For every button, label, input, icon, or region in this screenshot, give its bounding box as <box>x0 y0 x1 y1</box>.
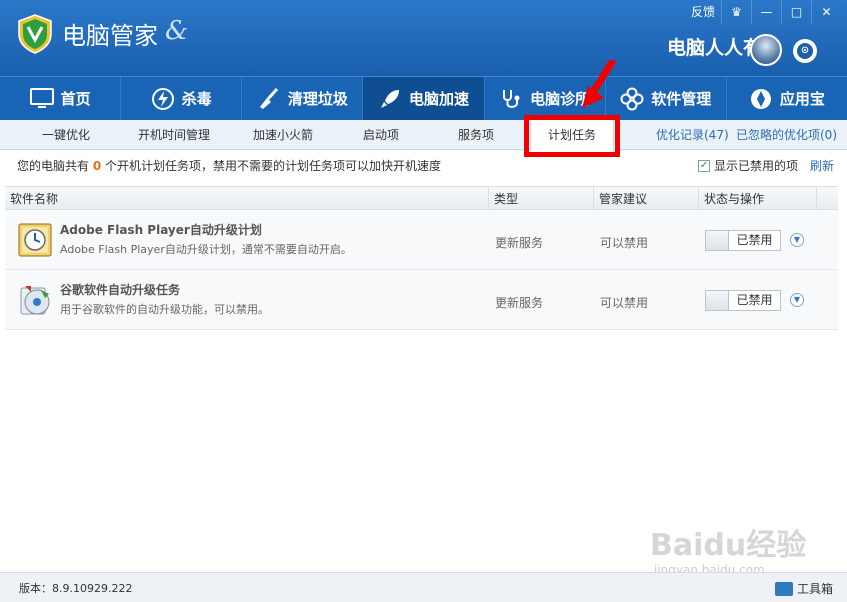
subtab-boot-time[interactable]: 开机时间管理 <box>128 120 220 150</box>
task-description: Adobe Flash Player自动升级计划，通常不需要自动开启。 <box>60 243 352 256</box>
lock-badge-icon[interactable]: ⊙ <box>793 39 817 63</box>
main-nav: 首页 杀毒 清理垃圾 电脑加速 电脑诊所 软件管理 应用宝 <box>0 76 847 120</box>
nav-clean[interactable]: 清理垃圾 <box>242 77 364 120</box>
chevron-down-icon[interactable]: ▼ <box>790 293 804 307</box>
nav-label: 清理垃圾 <box>287 90 348 108</box>
window-controls: 反馈 ♛ — □ ✕ <box>685 0 841 24</box>
toolbox-label: 工具箱 <box>797 582 834 596</box>
subtab-services[interactable]: 服务项 <box>440 120 512 150</box>
maximize-button[interactable]: □ <box>781 0 811 24</box>
info-suffix: 个开机计划任务项，禁用不需要的计划任务项可以加快开机速度 <box>101 159 442 173</box>
sub-tabs: 一键优化 开机时间管理 加速小火箭 启动项 服务项 计划任务 优化记录(47) … <box>0 120 847 151</box>
chevron-down-icon[interactable]: ▼ <box>790 233 804 247</box>
task-advice: 可以禁用 <box>600 236 649 250</box>
info-prefix: 您的电脑共有 <box>17 159 93 173</box>
monitor-icon <box>29 87 54 111</box>
show-disabled-toggle[interactable]: ✓ 显示已禁用的项 <box>698 157 798 174</box>
flash-player-icon <box>18 223 52 257</box>
nav-label: 杀毒 <box>181 90 212 108</box>
task-type: 更新服务 <box>495 296 544 310</box>
stethoscope-icon <box>499 87 523 111</box>
app-logo-swoosh: & <box>165 16 189 46</box>
user-name[interactable]: 电脑人人有 <box>667 33 762 60</box>
broom-icon <box>257 87 281 111</box>
close-button[interactable]: ✕ <box>811 0 841 24</box>
rocket-icon <box>378 87 402 111</box>
refresh-link[interactable]: 刷新 <box>810 157 834 174</box>
footer: 版本：8.9.10929.222 工具箱 <box>0 572 847 602</box>
table-row[interactable]: Adobe Flash Player自动升级计划 Adobe Flash Pla… <box>5 210 838 270</box>
title-bar: 电脑管家 & 反馈 ♛ — □ ✕ 电脑人人有 ⊙ <box>0 0 847 76</box>
subtab-one-click[interactable]: 一键优化 <box>26 120 106 150</box>
app-title: 电脑管家 <box>62 22 158 50</box>
toolbox-icon <box>775 581 793 596</box>
bolt-icon <box>151 87 175 111</box>
ignored-items-link[interactable]: 已忽略的优化项(0) <box>736 120 837 150</box>
task-description: 用于谷歌软件的自动升级功能，可以禁用。 <box>60 303 269 316</box>
clover-icon <box>620 87 644 111</box>
nav-software[interactable]: 软件管理 <box>606 77 727 120</box>
highlight-box-annotation <box>524 115 620 157</box>
nav-label: 软件管理 <box>651 90 712 108</box>
shield-logo-icon <box>18 14 52 54</box>
nav-label: 首页 <box>60 90 91 108</box>
subtab-startup[interactable]: 启动项 <box>345 120 417 150</box>
task-title: Adobe Flash Player自动升级计划 <box>60 223 262 237</box>
task-type: 更新服务 <box>495 236 544 250</box>
nav-app-store[interactable]: 应用宝 <box>727 77 847 120</box>
table-header: 软件名称 类型 管家建议 状态与操作 <box>5 186 838 211</box>
optimize-history-link[interactable]: 优化记录(47) <box>656 120 729 150</box>
task-count: 0 <box>92 159 102 173</box>
status-toggle[interactable]: 已禁用 <box>705 230 781 251</box>
feedback-button[interactable]: 反馈 <box>685 0 721 24</box>
info-line: 您的电脑共有 0 个开机计划任务项，禁用不需要的计划任务项可以加快开机速度 <box>17 157 441 174</box>
task-advice: 可以禁用 <box>600 296 649 310</box>
show-disabled-checkbox[interactable]: ✓ <box>698 159 710 172</box>
google-update-icon <box>20 286 50 315</box>
show-disabled-label: 显示已禁用的项 <box>714 159 799 173</box>
subtab-rocket[interactable]: 加速小火箭 <box>243 120 323 150</box>
status-label: 已禁用 <box>728 291 780 310</box>
column-header-status[interactable]: 状态与操作 <box>699 187 817 211</box>
nav-speedup[interactable]: 电脑加速 <box>363 77 485 120</box>
task-title: 谷歌软件自动升级任务 <box>60 283 181 297</box>
column-header-advice[interactable]: 管家建议 <box>594 187 699 211</box>
table-row[interactable]: 谷歌软件自动升级任务 用于谷歌软件的自动升级功能，可以禁用。 更新服务 可以禁用… <box>5 270 838 330</box>
version-text: 版本：8.9.10929.222 <box>19 582 133 595</box>
toolbox-button[interactable]: 工具箱 <box>775 580 833 597</box>
nav-home[interactable]: 首页 <box>0 77 122 120</box>
skin-icon[interactable]: ♛ <box>721 0 751 24</box>
nav-antivirus[interactable]: 杀毒 <box>121 77 243 120</box>
status-toggle[interactable]: 已禁用 <box>705 290 781 311</box>
watermark-logo: Baidu经验 <box>650 528 807 563</box>
avatar[interactable] <box>750 34 782 66</box>
column-header-type[interactable]: 类型 <box>489 187 594 211</box>
app-store-icon <box>749 87 773 111</box>
red-arrow-annotation <box>582 60 616 108</box>
column-header-name[interactable]: 软件名称 <box>5 187 489 211</box>
nav-label: 电脑加速 <box>408 90 469 108</box>
status-label: 已禁用 <box>728 231 780 250</box>
nav-label: 应用宝 <box>779 90 825 108</box>
minimize-button[interactable]: — <box>751 0 781 24</box>
